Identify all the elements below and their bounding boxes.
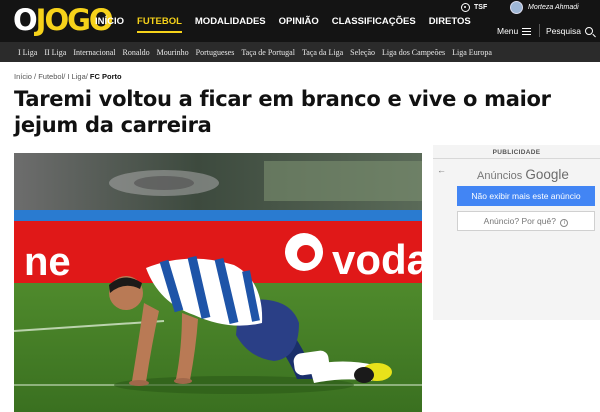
ad-panel: PUBLICIDADE ← Anúncios Google Não exibir… [433,145,600,320]
subnav-item-mourinho[interactable]: Mourinho [157,48,189,57]
vodafone-banner-text: vodaf [332,236,422,283]
breadcrumb-current[interactable]: FC Porto [90,72,122,81]
search-icon [584,27,593,35]
publicidade-label: PUBLICIDADE [492,149,541,156]
svg-text:ne: ne [24,240,71,284]
radio-icon [461,3,470,12]
subnav-item-liga-europa[interactable]: Liga Europa [452,48,492,57]
search-button[interactable]: Pesquisa [546,24,593,38]
nav-diretos[interactable]: DIRETOS [429,16,477,27]
breadcrumb-inicio[interactable]: Início / [14,72,36,81]
user-name: Morteza Ahmadi [528,4,579,11]
top-header: O JOGO INÍCIO FUTEBOL MODALIDADES OPINIÃO… [0,0,600,42]
sub-nav: I Liga II Liga Internacional Ronaldo Mou… [0,42,600,62]
menu-label: Menu [497,26,519,36]
nav-opiniao[interactable]: OPINIÃO [279,16,325,27]
stop-showing-ad-button[interactable]: Não exibir mais este anúncio [457,186,595,206]
subnav-item-taca-da-liga[interactable]: Taça da Liga [302,48,343,57]
user-account[interactable]: Morteza Ahmadi [510,0,579,15]
breadcrumb-futebol[interactable]: Futebol/ [38,72,65,81]
why-label: Anúncio? Por quê? [483,216,556,226]
avatar [510,1,523,14]
nav-inicio[interactable]: INÍCIO [95,16,130,27]
hamburger-icon [522,27,532,35]
arrow-left-icon[interactable]: ← [437,165,446,175]
nav-futebol[interactable]: FUTEBOL [137,16,188,33]
article-headline: Taremi voltou a ficar em branco e vive o… [14,87,551,137]
ad-divider [433,158,600,159]
nav-classificacoes[interactable]: CLASSIFICAÇÕES [332,16,422,27]
subnav-item-ii-liga[interactable]: II Liga [44,48,66,57]
subnav-item-taca-de-portugal[interactable]: Taça de Portugal [241,48,295,57]
subnav-item-selecao[interactable]: Seleção [350,48,375,57]
article-photo[interactable]: ne vodaf [14,153,422,412]
why-this-ad-button[interactable]: Anúncio? Por quê? i [457,211,595,231]
menu-button[interactable]: Menu [497,24,532,38]
breadcrumb-i-liga[interactable]: I Liga/ [67,72,87,81]
subnav-item-i-liga[interactable]: I Liga [18,48,37,57]
subnav-item-liga-dos-campeoes[interactable]: Liga dos Campeões [382,48,445,57]
header-divider [539,24,540,37]
ad-title-prefix: Anúncios [477,170,523,182]
subnav-item-internacional[interactable]: Internacional [73,48,115,57]
subnav-item-ronaldo[interactable]: Ronaldo [123,48,150,57]
tsf-radio-link[interactable]: TSF [461,0,503,15]
breadcrumb: Início / Futebol/ I Liga/ FC Porto [14,72,122,81]
ad-title: Anúncios Google [477,167,569,182]
nav-modalidades[interactable]: MODALIDADES [195,16,272,27]
logo-o: O [13,3,38,37]
main-nav: INÍCIO FUTEBOL MODALIDADES OPINIÃO CLASS… [95,0,484,42]
photo-illustration: ne vodaf [14,153,422,412]
tsf-label: TSF [474,4,488,11]
ad-title-brand: Google [525,167,569,182]
subnav-item-portugueses[interactable]: Portugueses [196,48,235,57]
search-label: Pesquisa [546,26,581,36]
info-icon: i [560,219,569,227]
